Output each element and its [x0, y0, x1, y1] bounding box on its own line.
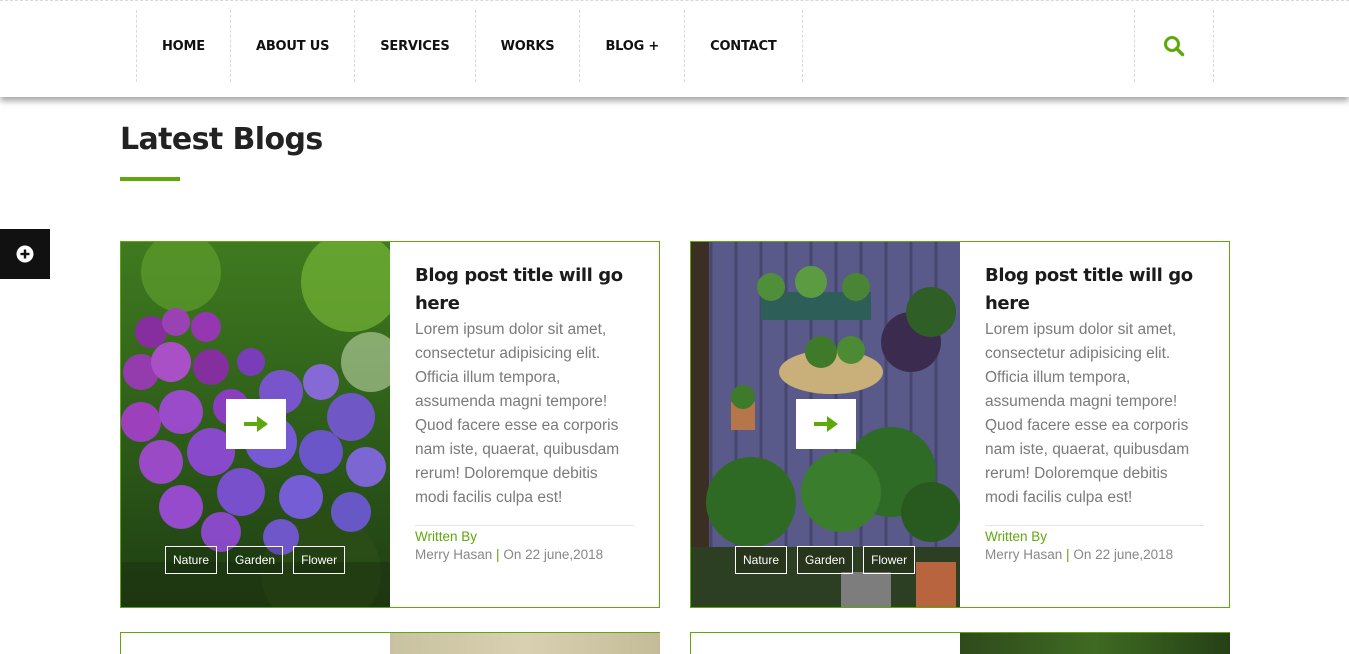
divider: [985, 525, 1204, 526]
tag-garden[interactable]: Garden: [227, 546, 284, 574]
arrow-right-icon: [244, 416, 268, 432]
blog-image-partial[interactable]: [960, 633, 1230, 654]
tag-list: Nature Garden Flower: [165, 546, 346, 574]
site-header: HOME ABOUT US SERVICES WORKS BLOG + CONT…: [0, 0, 1349, 97]
plus-circle-icon: [16, 245, 34, 263]
read-more-button[interactable]: [226, 399, 286, 449]
nav-item-contact[interactable]: CONTACT: [684, 10, 803, 82]
arrow-right-icon: [814, 416, 838, 432]
blog-card-body: Blog post title will go here Lorem ipsum…: [390, 242, 659, 607]
search-button[interactable]: [1134, 10, 1214, 82]
blog-excerpt: Lorem ipsum dolor sit amet, consectetur …: [985, 321, 1190, 506]
blog-excerpt: Lorem ipsum dolor sit amet, consectetur …: [415, 321, 620, 506]
search-icon: [1164, 36, 1185, 57]
nav-item-home[interactable]: HOME: [136, 10, 230, 82]
blog-title[interactable]: Blog post title will go here: [985, 262, 1204, 318]
tag-garden[interactable]: Garden: [797, 546, 854, 574]
blog-image-lilac[interactable]: Nature Garden Flower: [121, 242, 390, 607]
tag-flower[interactable]: Flower: [863, 546, 916, 574]
read-more-button[interactable]: [796, 399, 856, 449]
post-date: On 22 june,2018: [503, 547, 604, 562]
blog-image-garden-wall[interactable]: Nature Garden Flower: [691, 242, 960, 607]
author-name[interactable]: Merry Hasan: [985, 547, 1062, 562]
main-nav: HOME ABOUT US SERVICES WORKS BLOG + CONT…: [136, 10, 803, 82]
author-name[interactable]: Merry Hasan: [415, 547, 492, 562]
nav-item-works[interactable]: WORKS: [474, 10, 580, 82]
blog-image-partial[interactable]: [390, 633, 660, 654]
nav-item-about[interactable]: ABOUT US: [229, 10, 354, 82]
tag-nature[interactable]: Nature: [735, 546, 788, 574]
blog-title[interactable]: Blog post title will go here: [415, 262, 634, 318]
meta-separator: |: [1066, 547, 1070, 562]
blog-card: Nature Garden Flower Blog post title wil…: [690, 241, 1230, 608]
nav-item-blog[interactable]: BLOG +: [579, 10, 684, 82]
post-date: On 22 june,2018: [1073, 547, 1174, 562]
author-meta: Merry Hasan | On 22 june,2018: [985, 547, 1204, 562]
meta-separator: |: [496, 547, 500, 562]
title-underline: [120, 177, 180, 181]
divider: [415, 525, 634, 526]
written-by-label: Written By: [415, 529, 478, 544]
tag-list: Nature Garden Flower: [735, 546, 916, 574]
blog-card-partial: [690, 632, 1230, 654]
tag-nature[interactable]: Nature: [165, 546, 218, 574]
side-panel-toggle[interactable]: [0, 229, 50, 279]
nav-item-services[interactable]: SERVICES: [354, 10, 474, 82]
blog-card-body: Blog post title will go here Lorem ipsum…: [960, 242, 1229, 607]
blog-card: Nature Garden Flower Blog post title wil…: [120, 241, 660, 608]
author-meta: Merry Hasan | On 22 june,2018: [415, 547, 634, 562]
tag-flower[interactable]: Flower: [293, 546, 346, 574]
written-by-label: Written By: [985, 529, 1048, 544]
section-title: Latest Blogs: [120, 122, 323, 157]
blog-card-partial: [120, 632, 660, 654]
